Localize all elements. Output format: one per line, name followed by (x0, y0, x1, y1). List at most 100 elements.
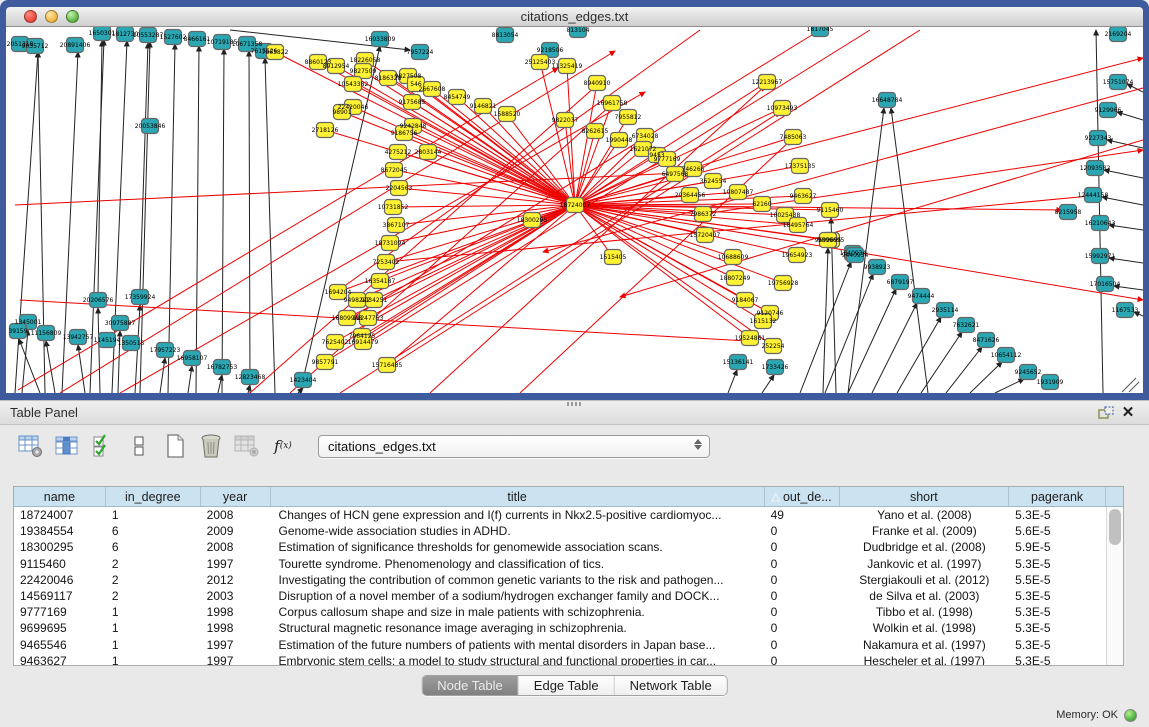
table-cell[interactable]: Investigating the contribution of common… (271, 572, 765, 588)
table-cell[interactable]: 2008 (201, 507, 271, 523)
table-cell[interactable]: Wolkin et al. (1998) (840, 620, 1010, 636)
panel-resize-grip[interactable] (567, 402, 583, 406)
table-cell[interactable]: de Silva et al. (2003) (840, 588, 1010, 604)
table-cell[interactable]: Disruption of a novel member of a sodium… (271, 588, 765, 604)
table-row[interactable]: 1830029562008Estimation of significance … (14, 539, 1106, 555)
table-cell[interactable]: 2008 (201, 539, 271, 555)
table-cell[interactable]: 1 (106, 620, 201, 636)
table-cell[interactable]: Jankovic et al. (1997) (840, 556, 1010, 572)
column-header-pagerank[interactable]: pagerank (1009, 487, 1106, 506)
table-cell[interactable]: Tibbo et al. (1998) (840, 604, 1010, 620)
table-cell[interactable]: Hescheler et al. (1997) (840, 653, 1010, 665)
table-cell[interactable]: Franke et al. (2009) (840, 523, 1010, 539)
table-cell[interactable]: 1997 (201, 653, 271, 665)
table-cell[interactable]: 5.9E-5 (1009, 539, 1106, 555)
table-cell[interactable]: Stergiakouli et al. (2012) (840, 572, 1010, 588)
table-cell[interactable]: 1 (106, 653, 201, 665)
table-cell[interactable]: 5.3E-5 (1009, 588, 1106, 604)
column-header-title[interactable]: title (271, 487, 765, 506)
table-cell[interactable]: 9465546 (14, 637, 106, 653)
cells-icon[interactable] (124, 431, 154, 461)
table-cell[interactable]: 0 (765, 556, 840, 572)
table-cell[interactable]: 9699695 (14, 620, 106, 636)
tab-network-table[interactable]: Network Table (615, 676, 727, 695)
column-header-out_de[interactable]: △out_de... (765, 487, 840, 506)
table-cell[interactable]: 0 (765, 604, 840, 620)
table-cell[interactable]: 5.3E-5 (1009, 637, 1106, 653)
table-cell[interactable]: 1 (106, 604, 201, 620)
function-builder-icon[interactable]: f(x) (268, 431, 298, 461)
delete-trash-icon[interactable] (196, 431, 226, 461)
table-cell[interactable]: 1997 (201, 556, 271, 572)
column-select-icon[interactable] (52, 431, 82, 461)
table-cell[interactable]: Yano et al. (2008) (840, 507, 1010, 523)
table-cell[interactable]: 0 (765, 523, 840, 539)
table-cell[interactable]: 2012 (201, 572, 271, 588)
table-cell[interactable]: Changes of HCN gene expression and I(f) … (271, 507, 765, 523)
table-cell[interactable]: 5.3E-5 (1009, 604, 1106, 620)
table-cell[interactable]: 14569117 (14, 588, 106, 604)
table-row[interactable]: 1456911722003Disruption of a novel membe… (14, 588, 1106, 604)
table-row[interactable]: 2242004622012Investigating the contribut… (14, 572, 1106, 588)
table-cell[interactable]: 2 (106, 572, 201, 588)
table-cell[interactable]: 5.3E-5 (1009, 620, 1106, 636)
table-cell[interactable]: 9463627 (14, 653, 106, 665)
table-cell[interactable]: 0 (765, 637, 840, 653)
table-cell[interactable]: Corpus callosum shape and size in male p… (271, 604, 765, 620)
table-settings-icon[interactable] (16, 431, 46, 461)
table-scrollbar[interactable] (1106, 507, 1123, 665)
table-cell[interactable]: Nakamura et al. (1997) (840, 637, 1010, 653)
table-cell[interactable]: 0 (765, 620, 840, 636)
table-cell[interactable]: 2 (106, 588, 201, 604)
table-row[interactable]: 946554611997Estimation of the future num… (14, 637, 1106, 653)
tab-edge-table[interactable]: Edge Table (519, 676, 615, 695)
table-cell[interactable]: 5.3E-5 (1009, 507, 1106, 523)
network-graph[interactable]: 2051318903571220891406165030118127301055… (6, 27, 1143, 393)
table-cell[interactable]: 5.3E-5 (1009, 653, 1106, 665)
table-cell[interactable]: 1 (106, 637, 201, 653)
table-cell[interactable]: 0 (765, 588, 840, 604)
table-cell[interactable]: Genome-wide association studies in ADHD. (271, 523, 765, 539)
table-cell[interactable]: 18724007 (14, 507, 106, 523)
table-cell[interactable]: 2009 (201, 523, 271, 539)
new-file-icon[interactable] (160, 431, 190, 461)
float-panel-icon[interactable] (1095, 404, 1117, 422)
table-cell[interactable]: 1 (106, 507, 201, 523)
table-cell[interactable]: 5.5E-5 (1009, 572, 1106, 588)
table-cell[interactable]: 2 (106, 556, 201, 572)
table-row[interactable]: 977716911998Corpus callosum shape and si… (14, 604, 1106, 620)
column-header-name[interactable]: name (14, 487, 106, 506)
table-row[interactable]: 946362711997Embryonic stem cells: a mode… (14, 653, 1106, 665)
table-select-dropdown[interactable]: citations_edges.txt (318, 435, 710, 458)
table-cell[interactable]: Estimation of the future numbers of pati… (271, 637, 765, 653)
row-select-icon[interactable] (88, 431, 118, 461)
table-row[interactable]: 911546021997Tourette syndrome. Phenomeno… (14, 556, 1106, 572)
table-cell[interactable]: 5.6E-5 (1009, 523, 1106, 539)
column-header-year[interactable]: year (201, 487, 271, 506)
table-row[interactable]: 1872400712008Changes of HCN gene express… (14, 507, 1106, 523)
table-cell[interactable]: 5.3E-5 (1009, 556, 1106, 572)
table-cell[interactable]: 1998 (201, 604, 271, 620)
table-cell[interactable]: 0 (765, 572, 840, 588)
table-cell[interactable]: 0 (765, 539, 840, 555)
column-header-short[interactable]: short (840, 487, 1010, 506)
table-cell[interactable]: 9115460 (14, 556, 106, 572)
table-cell[interactable]: 0 (765, 653, 840, 665)
table-row[interactable]: 969969511998Structural magnetic resonanc… (14, 620, 1106, 636)
table-cell[interactable]: 19384554 (14, 523, 106, 539)
table-cell[interactable]: Tourette syndrome. Phenomenology and cla… (271, 556, 765, 572)
table-cell[interactable]: Structural magnetic resonance image aver… (271, 620, 765, 636)
table-cell[interactable]: 9777169 (14, 604, 106, 620)
table-cell[interactable]: Estimation of significance thresholds fo… (271, 539, 765, 555)
table-cell[interactable]: 6 (106, 539, 201, 555)
table-cell[interactable]: 18300295 (14, 539, 106, 555)
table-cell[interactable]: Embryonic stem cells: a model to study s… (271, 653, 765, 665)
table-cell[interactable]: Dudbridge et al. (2008) (840, 539, 1010, 555)
close-panel-icon[interactable]: ✕ (1117, 404, 1139, 422)
table-cell[interactable]: 49 (765, 507, 840, 523)
table-row[interactable]: 1938455462009Genome-wide association stu… (14, 523, 1106, 539)
scrollbar-thumb[interactable] (1109, 509, 1121, 545)
table-cell[interactable]: 6 (106, 523, 201, 539)
window-titlebar[interactable]: citations_edges.txt (6, 7, 1143, 27)
table-cell[interactable]: 2003 (201, 588, 271, 604)
